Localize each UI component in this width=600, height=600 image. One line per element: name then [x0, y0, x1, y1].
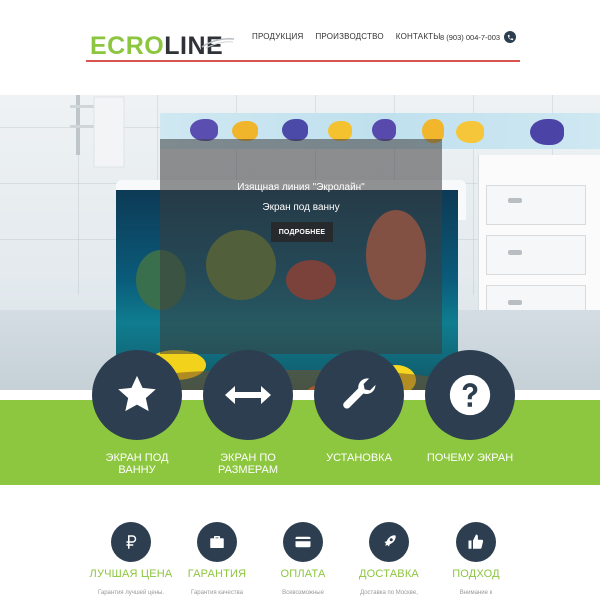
wrench-icon — [343, 378, 376, 409]
star-icon — [118, 375, 156, 412]
feature-title: ПОДХОД — [452, 568, 500, 580]
service-label-line: ПОЧЕМУ ЭКРАН — [426, 452, 514, 464]
cabinet-drawer — [486, 185, 586, 225]
service-label-line: ВАННУ — [118, 464, 156, 476]
rocket-icon — [369, 522, 409, 562]
drawer-handle — [508, 198, 522, 203]
service-label[interactable]: ЭКРАН ПО РАЗМЕРАМ — [193, 452, 303, 476]
service-custom-size[interactable] — [203, 350, 293, 440]
nav-item-contacts[interactable]: КОНТАКТЫ — [396, 32, 441, 41]
service-label[interactable]: ПОЧЕМУ ЭКРАН — [415, 452, 525, 464]
service-label-line: ЭКРАН ПО — [220, 452, 276, 464]
phone-block[interactable]: 8 (903) 004-7-003 — [440, 31, 517, 43]
towel-rail — [70, 95, 125, 168]
more-button[interactable]: ПОДРОБНЕЕ — [271, 222, 333, 242]
page: ECROLINE ПРОДУКЦИЯ ПРОИЗВОДСТВО КОНТАКТЫ… — [0, 0, 600, 600]
briefcase-icon — [197, 522, 237, 562]
logo-part-ecro: ECRO — [90, 32, 165, 60]
drawer-handle — [508, 300, 522, 305]
logo-swoosh-icon — [201, 38, 235, 49]
ruble-icon — [111, 522, 151, 562]
service-label[interactable]: ЭКРАН ПОД ВАННУ — [82, 452, 192, 476]
question-icon — [449, 374, 491, 416]
nav-item-products[interactable]: ПРОДУКЦИЯ — [252, 32, 303, 41]
site-header: ECROLINE ПРОДУКЦИЯ ПРОИЗВОДСТВО КОНТАКТЫ… — [0, 0, 600, 95]
service-bath-screen[interactable] — [92, 350, 182, 440]
hero-text-overlay — [160, 139, 442, 354]
main-nav: ПРОДУКЦИЯ ПРОИЗВОДСТВО КОНТАКТЫ — [252, 32, 441, 41]
drawer-handle — [508, 250, 522, 255]
service-label-line: ЭКРАН ПОД — [105, 452, 169, 464]
hero-banner: Изящная линия "Экролайн" Экран под ванну… — [0, 95, 600, 390]
header-divider — [86, 60, 520, 62]
service-label-line: УСТАНОВКА — [326, 452, 392, 464]
thumbs-up-icon — [456, 522, 496, 562]
service-label-line: РАЗМЕРАМ — [217, 464, 279, 476]
arrows-horizontal-icon — [225, 386, 271, 404]
credit-card-icon — [283, 522, 323, 562]
nav-item-production[interactable]: ПРОИЗВОДСТВО — [315, 32, 383, 41]
service-installation[interactable] — [314, 350, 404, 440]
hero-title: Изящная линия "Экролайн" — [237, 182, 365, 193]
hero-subtitle: Экран под ванну — [262, 202, 340, 213]
phone-number[interactable]: 8 (903) 004-7-003 — [440, 33, 500, 42]
service-why-screen[interactable] — [425, 350, 515, 440]
cabinet-drawer — [486, 235, 586, 275]
service-label[interactable]: УСТАНОВКА — [304, 452, 414, 464]
feature-description: Внимание к — [459, 590, 493, 596]
phone-icon[interactable] — [504, 31, 517, 43]
